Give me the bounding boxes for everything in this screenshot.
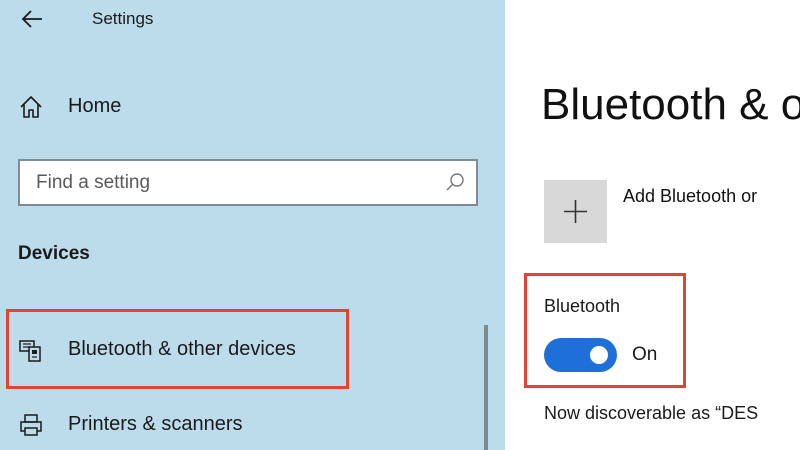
- page-title: Bluetooth & o: [541, 80, 800, 129]
- search-icon[interactable]: [444, 171, 466, 193]
- back-arrow-icon: [21, 10, 42, 28]
- main-content: Bluetooth & o Add Bluetooth or Bluetooth…: [505, 0, 800, 450]
- add-device-button[interactable]: [544, 180, 607, 243]
- sidebar-item-printers-label: Printers & scanners: [68, 413, 243, 435]
- toggle-knob: [590, 346, 608, 364]
- plus-icon: [564, 200, 587, 223]
- discoverable-status-text: Now discoverable as “DES: [544, 403, 759, 423]
- printer-icon: [20, 414, 42, 436]
- sidebar-item-bluetooth-label: Bluetooth & other devices: [68, 338, 296, 360]
- section-heading-devices: Devices: [18, 243, 90, 264]
- sidebar-scrollbar-thumb[interactable]: [484, 325, 488, 450]
- home-icon: [20, 96, 42, 118]
- nav-home[interactable]: Home: [18, 92, 318, 124]
- app-title: Settings: [92, 9, 154, 28]
- keyboard-device-icon: [19, 340, 41, 362]
- search-input[interactable]: [36, 169, 436, 197]
- bluetooth-toggle-state: On: [632, 344, 658, 365]
- sidebar-item-printers[interactable]: Printers & scanners: [18, 405, 478, 445]
- title-bar: Settings: [0, 0, 505, 40]
- search-box[interactable]: [18, 159, 478, 206]
- sidebar-item-bluetooth[interactable]: Bluetooth & other devices: [18, 330, 478, 370]
- bluetooth-label: Bluetooth: [544, 296, 621, 316]
- bluetooth-toggle[interactable]: [544, 338, 617, 372]
- sidebar: Settings Home Devices Bluetooth & other …: [0, 0, 505, 450]
- back-button[interactable]: [18, 6, 48, 32]
- add-device-label[interactable]: Add Bluetooth or: [623, 186, 757, 207]
- nav-home-label: Home: [68, 95, 122, 117]
